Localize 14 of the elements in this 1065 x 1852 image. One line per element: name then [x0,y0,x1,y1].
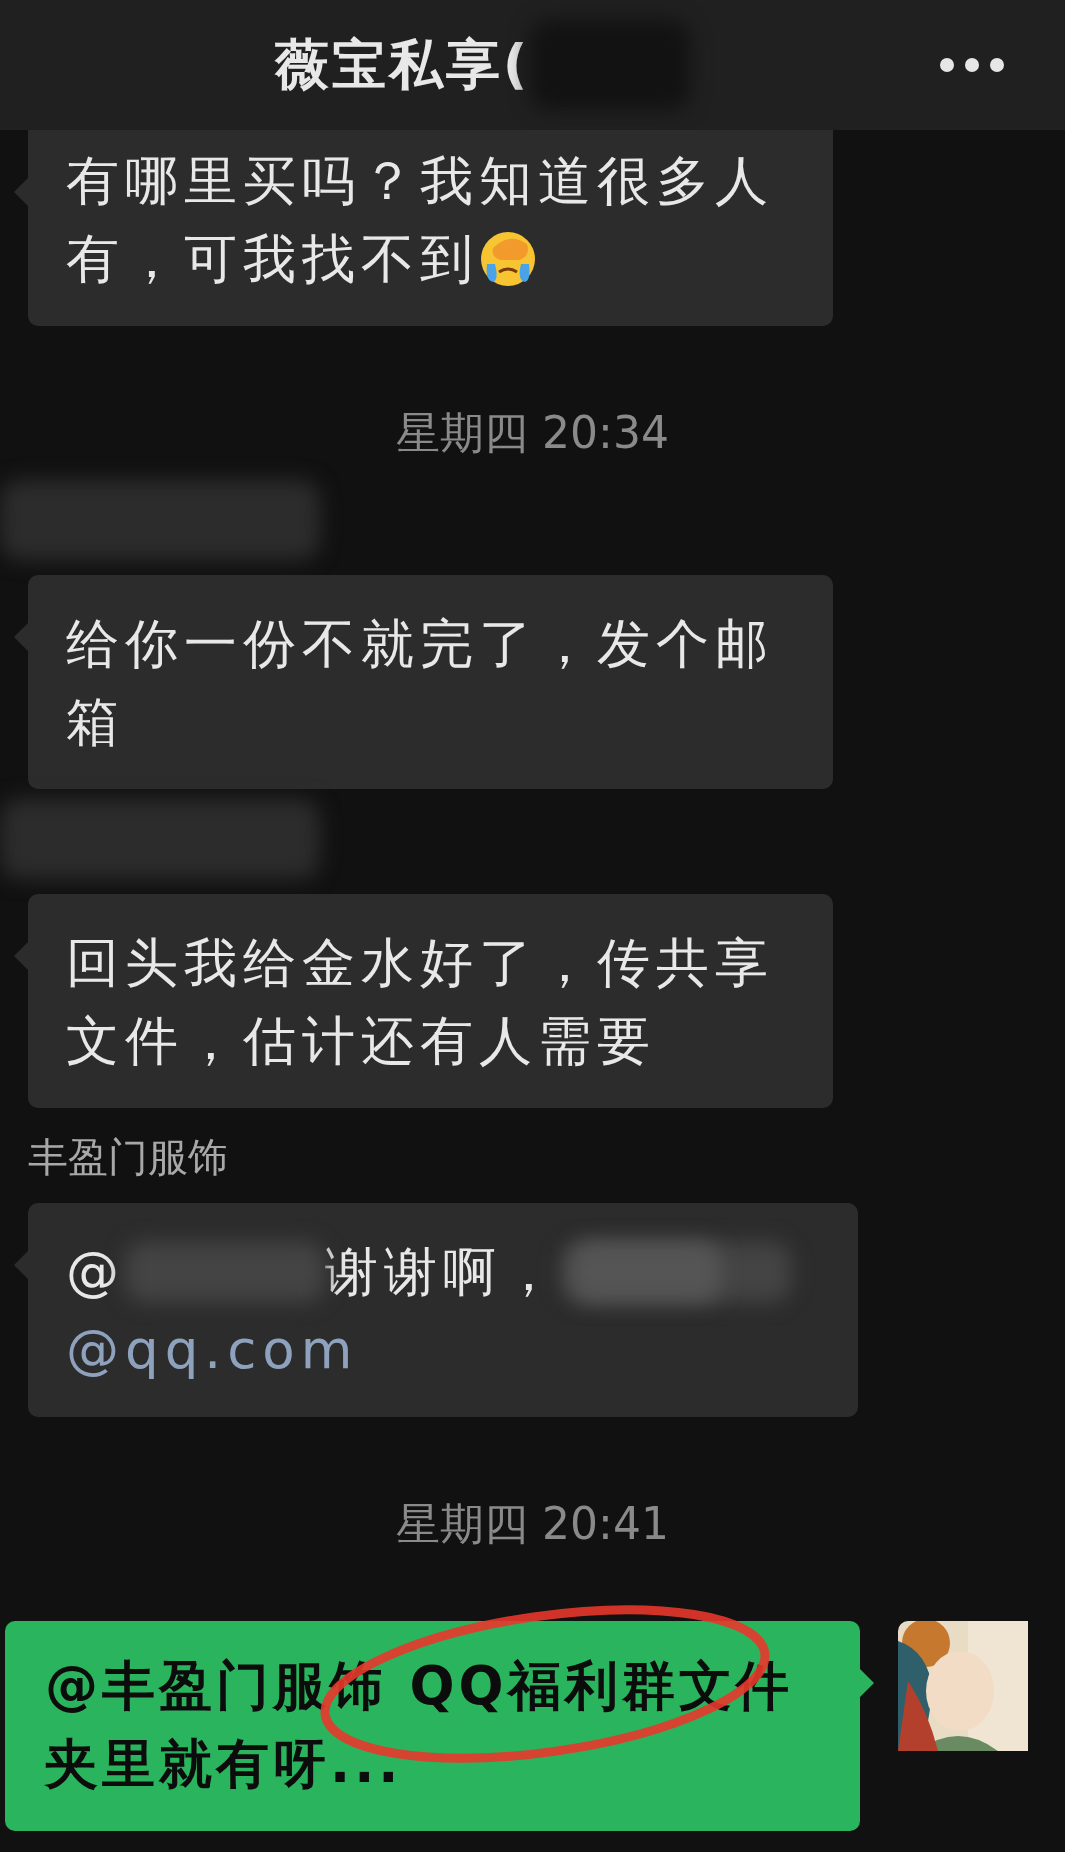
timestamp: 星期四 20:34 [396,406,669,460]
more-icon[interactable] [939,57,1005,73]
email-link[interactable]: @qq.com [66,1311,359,1389]
message-text: 给你一份不就完了，发个邮 [66,612,774,676]
message-text: 箱 [66,690,125,754]
message-text: 有，可我找不到 [66,227,479,291]
message-text: @ [66,1240,125,1304]
message-text: 回头我给金水好了，传共享 [66,931,774,995]
message-text: 谢谢啊， [325,1240,561,1304]
message-text: 有哪里买吗？我知道很多人 [66,149,774,213]
sender-name: 丰盈门服饰 [28,1133,228,1182]
timestamp: 星期四 20:41 [396,1497,669,1551]
chat-title: 薇宝私享( [274,31,531,98]
message-text: 文件，估计还有人需要 [66,1009,656,1073]
